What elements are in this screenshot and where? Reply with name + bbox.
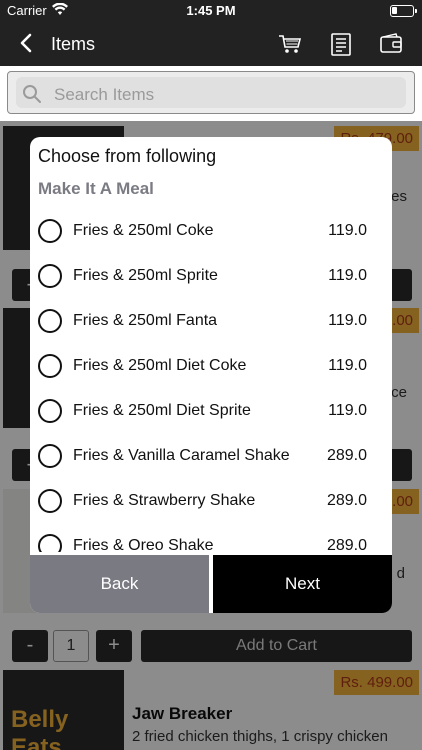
option-price: 119.0: [328, 267, 367, 284]
battery-icon: [390, 5, 417, 17]
status-bar: Carrier 1:45 PM: [0, 0, 422, 22]
option-item[interactable]: Fries & Vanilla Caramel Shake 289.0: [30, 434, 392, 478]
search-area: Search Items: [0, 66, 422, 121]
option-item[interactable]: Fries & 250ml Diet Sprite 119.0: [30, 389, 392, 433]
back-chevron-icon[interactable]: [14, 30, 40, 56]
radio-button[interactable]: [38, 219, 62, 243]
option-list[interactable]: Fries & 250ml Coke 119.0 Fries & 250ml S…: [30, 209, 392, 552]
radio-button[interactable]: [38, 354, 62, 378]
option-price: 119.0: [328, 312, 367, 329]
radio-button[interactable]: [38, 264, 62, 288]
back-button[interactable]: Back: [30, 555, 209, 613]
option-label: Fries & Vanilla Caramel Shake: [73, 447, 290, 464]
option-price: 289.0: [326, 537, 367, 552]
option-item[interactable]: Fries & 250ml Coke 119.0: [30, 209, 392, 253]
next-button[interactable]: Next: [213, 555, 392, 613]
radio-button[interactable]: [38, 399, 62, 423]
option-item[interactable]: Fries & Strawberry Shake 289.0: [30, 479, 392, 523]
option-item[interactable]: Fries & 250ml Sprite 119.0: [30, 254, 392, 298]
option-label: Fries & Strawberry Shake: [73, 492, 256, 509]
option-price: 289.0: [326, 492, 367, 509]
option-price: 119.0: [328, 357, 367, 374]
receipt-icon[interactable]: [328, 31, 354, 57]
option-item[interactable]: Fries & Oreo Shake 289.0: [30, 524, 392, 552]
clock: 1:45 PM: [186, 3, 236, 18]
option-label: Fries & 250ml Coke: [73, 222, 214, 239]
option-label: Fries & 250ml Diet Sprite: [73, 402, 251, 419]
option-item[interactable]: Fries & 250ml Fanta 119.0: [30, 299, 392, 343]
radio-button[interactable]: [38, 489, 62, 513]
option-dialog: Choose from following Make It A Meal Fri…: [30, 137, 392, 613]
search-icon: [23, 85, 41, 103]
option-price: 119.0: [328, 402, 367, 419]
option-price: 289.0: [326, 447, 367, 464]
radio-button[interactable]: [38, 309, 62, 333]
page-title: Items: [51, 34, 96, 54]
option-label: Fries & 250ml Sprite: [73, 267, 218, 284]
cart-icon[interactable]: [277, 31, 303, 57]
option-label: Fries & Oreo Shake: [73, 537, 214, 552]
search-placeholder: Search Items: [54, 85, 155, 104]
search-input[interactable]: Search Items: [7, 71, 415, 114]
dialog-heading: Choose from following: [38, 146, 217, 166]
option-item[interactable]: Fries & 250ml Diet Coke 119.0: [30, 344, 392, 388]
option-price: 119.0: [328, 222, 367, 239]
radio-button[interactable]: [38, 534, 62, 552]
wallet-icon[interactable]: [378, 31, 404, 57]
option-label: Fries & 250ml Fanta: [73, 312, 218, 329]
option-group-title: Make It A Meal: [38, 179, 154, 198]
radio-button[interactable]: [38, 444, 62, 468]
option-label: Fries & 250ml Diet Coke: [73, 357, 247, 374]
nav-bar: Items: [0, 22, 422, 66]
